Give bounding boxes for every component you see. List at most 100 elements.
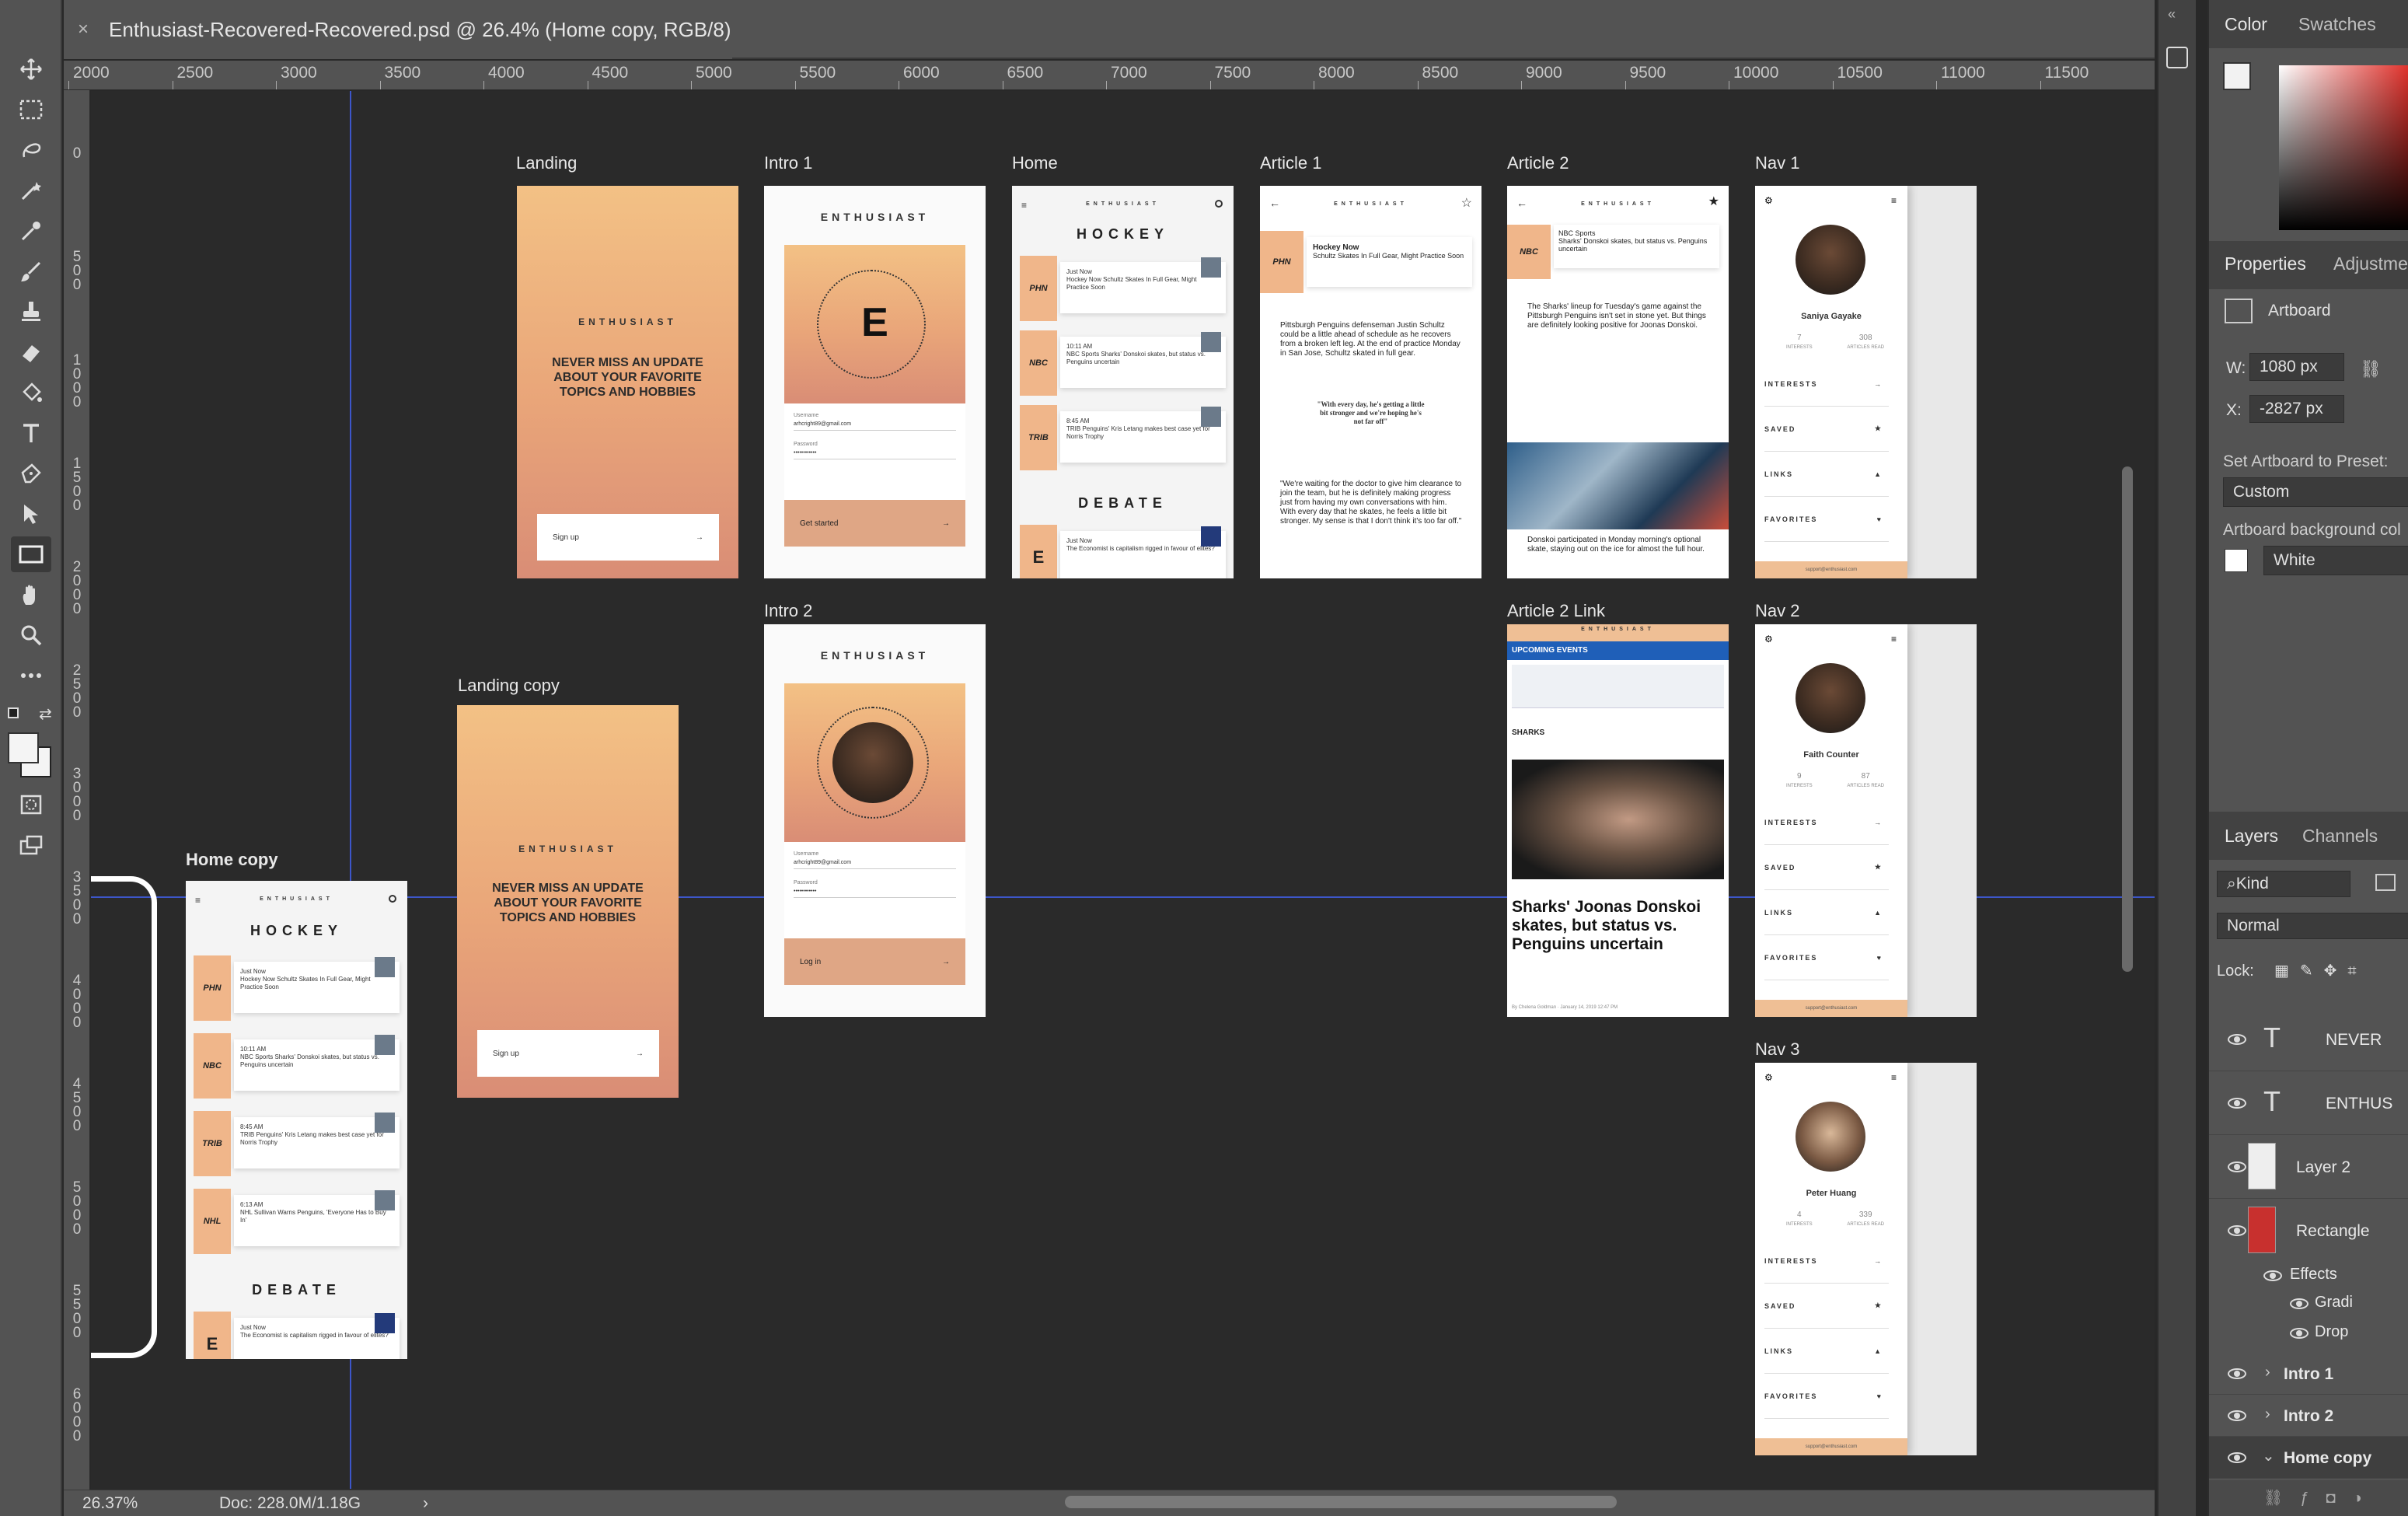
nav-item-favorites[interactable]: FAVORITES ♥: [1764, 1374, 1889, 1419]
link-dimensions-icon[interactable]: ⛓: [2360, 359, 2382, 379]
tab-color[interactable]: Color: [2225, 14, 2267, 35]
layer-row[interactable]: Layer 2: [2209, 1135, 2408, 1199]
nav-item-interests[interactable]: INTERESTS →: [1764, 362, 1889, 407]
width-field[interactable]: 1080 px: [2249, 353, 2344, 381]
default-colors-icon[interactable]: [8, 707, 19, 718]
nav-item-links[interactable]: LINKS ▲: [1764, 890, 1889, 935]
hand-icon[interactable]: [11, 577, 51, 613]
magic-wand-icon[interactable]: [11, 173, 51, 208]
menu-icon[interactable]: ≡: [1891, 1072, 1897, 1083]
marquee-icon[interactable]: [11, 92, 51, 127]
eye-icon[interactable]: [2228, 1098, 2246, 1109]
history-icon[interactable]: [2166, 47, 2188, 68]
avatar[interactable]: [1796, 663, 1865, 733]
nav-item-saved[interactable]: SAVED ★: [1764, 1284, 1889, 1329]
close-tab-icon[interactable]: ×: [78, 19, 89, 40]
support-footer[interactable]: support@enthusiast.com: [1755, 1438, 1907, 1455]
eye-icon[interactable]: [2228, 1452, 2246, 1463]
gradient-effect[interactable]: Gradi: [2315, 1294, 2353, 1312]
list-item[interactable]: NBC 10:11 AM NBC Sports Sharks' Donskoi s…: [194, 1033, 400, 1099]
support-footer[interactable]: support@enthusiast.com: [1755, 1000, 1907, 1017]
artboard-label-intro2[interactable]: Intro 2: [764, 601, 812, 621]
password-field[interactable]: ••••••••••••: [794, 885, 956, 898]
artboard-label-nav2[interactable]: Nav 2: [1755, 601, 1799, 621]
layer-group-row[interactable]: › Intro 1: [2209, 1353, 2408, 1395]
artboard-article2link[interactable]: ENTHUSIAST UPCOMING EVENTS SHARKS Sharks…: [1507, 624, 1729, 1017]
status-menu-arrow[interactable]: ›: [423, 1494, 428, 1513]
artboard-nav3[interactable]: ⚙ ≡ Peter Huang 4 INTERESTS 339 ARTICLES R…: [1755, 1063, 1977, 1455]
chevron-down-icon[interactable]: ⌄: [2262, 1446, 2275, 1465]
collapse-icon[interactable]: «: [2168, 6, 2176, 23]
artboard-label-article1[interactable]: Article 1: [1260, 153, 1321, 173]
brush-icon[interactable]: [11, 253, 51, 289]
log-in-button[interactable]: Log in →: [784, 938, 965, 985]
artboard-label-nav3[interactable]: Nav 3: [1755, 1039, 1799, 1060]
blend-mode-select[interactable]: Normal: [2217, 913, 2408, 939]
pen-icon[interactable]: [11, 456, 51, 491]
lasso-icon[interactable]: [11, 132, 51, 168]
eyedropper-icon[interactable]: [11, 213, 51, 249]
group-name[interactable]: Intro 1: [2284, 1365, 2333, 1384]
user-name[interactable]: Saniya Gayake: [1755, 312, 1907, 321]
menu-icon[interactable]: ≡: [1891, 195, 1897, 206]
layer-name[interactable]: ENTHUS: [2326, 1095, 2392, 1113]
eye-icon[interactable]: [2228, 1161, 2246, 1172]
avatar[interactable]: [1796, 1102, 1865, 1172]
preset-select[interactable]: Custom: [2223, 477, 2408, 507]
list-item[interactable]: NHL 6:13 AM NHL Sullivan Warns Penguins, …: [194, 1189, 400, 1254]
vertical-scrollbar[interactable]: [2122, 466, 2133, 972]
drop-shadow-effect[interactable]: Drop: [2315, 1323, 2348, 1341]
nav-item-links[interactable]: LINKS ▲: [1764, 452, 1889, 497]
artboard-article1[interactable]: ← ENTHUSIAST ☆ PHN Hockey Now Schultz Sk…: [1260, 186, 1481, 578]
artboard-label-nav1[interactable]: Nav 1: [1755, 153, 1799, 173]
list-item[interactable]: PHN Just Now Hockey Now Schultz Skates In…: [194, 955, 400, 1021]
username-field[interactable]: arhcright89@gmail.com: [794, 857, 956, 869]
star-filled-icon[interactable]: ★: [1708, 194, 1719, 209]
search-icon[interactable]: [1215, 200, 1223, 208]
artboard-label-home[interactable]: Home: [1012, 153, 1058, 173]
lock-icons[interactable]: ▦✎✥⌗: [2274, 961, 2368, 980]
artboard-home[interactable]: ≡ ENTHUSIAST HOCKEY PHN Just Now Hockey N…: [1012, 186, 1234, 578]
list-item[interactable]: TRIB 8:45 AM TRIB Penguins' Kris Letang m…: [1020, 405, 1226, 470]
list-item[interactable]: NBC 10:11 AM NBC Sports Sharks' Donskoi s…: [1020, 330, 1226, 396]
upcoming-events-bar[interactable]: UPCOMING EVENTS: [1507, 641, 1729, 660]
more-icon[interactable]: [11, 658, 51, 693]
layer-group-row[interactable]: › Intro 2: [2209, 1395, 2408, 1437]
artboard-nav1[interactable]: ⚙ ≡ Saniya Gayake 7 INTERESTS 308 ARTICLES…: [1755, 186, 1977, 578]
settings-icon[interactable]: ⚙: [1764, 1072, 1773, 1083]
image-filter-icon[interactable]: [2375, 874, 2396, 891]
artboard-intro1[interactable]: ENTHUSIAST E Username arhcright89@gmail.…: [764, 186, 986, 578]
artboard-article2[interactable]: ← ENTHUSIAST ★ NBC NBC Sports Sharks' Do…: [1507, 186, 1729, 578]
group-name[interactable]: Intro 2: [2284, 1407, 2333, 1426]
layer-filter-kind[interactable]: ⌕ Kind: [2217, 871, 2350, 897]
chevron-right-icon[interactable]: ›: [2265, 1364, 2270, 1382]
eye-icon[interactable]: [2228, 1410, 2246, 1421]
horizontal-scrollbar[interactable]: [1065, 1496, 1617, 1508]
artboard-label-home-copy[interactable]: Home copy: [186, 850, 278, 870]
layer-name[interactable]: Rectangle: [2296, 1222, 2370, 1241]
x-field[interactable]: -2827 px: [2249, 395, 2344, 423]
artboard-bg-swatch[interactable]: [2225, 549, 2248, 572]
eye-icon[interactable]: [2263, 1270, 2282, 1281]
transform-bracket[interactable]: [91, 876, 157, 1358]
type-icon[interactable]: [11, 415, 51, 451]
horizontal-ruler[interactable]: 2000 2500 3000 3500 4000 4500 5000 5500 6000 6500…: [64, 61, 2155, 90]
layer-name[interactable]: Layer 2: [2296, 1158, 2350, 1177]
nav-item-favorites[interactable]: FAVORITES ♥: [1764, 497, 1889, 542]
zoom-level[interactable]: 26.37%: [82, 1494, 138, 1513]
nav-item-saved[interactable]: SAVED ★: [1764, 407, 1889, 452]
star-icon[interactable]: ☆: [1461, 195, 1472, 211]
eye-icon[interactable]: [2290, 1328, 2309, 1339]
artboard-label-intro1[interactable]: Intro 1: [764, 153, 812, 173]
layer-row[interactable]: T ENTHUS: [2209, 1071, 2408, 1135]
chevron-right-icon[interactable]: ›: [2265, 1406, 2270, 1423]
artboard-landing-copy[interactable]: ENTHUSIAST NEVER MISS AN UPDATE ABOUT YO…: [457, 705, 679, 1098]
avatar[interactable]: [1796, 225, 1865, 295]
list-item[interactable]: E Just Now The Economist is capitalism ri…: [1020, 525, 1226, 578]
get-started-button[interactable]: Get started →: [784, 500, 965, 547]
nav-item-interests[interactable]: INTERESTS →: [1764, 800, 1889, 845]
user-name[interactable]: Peter Huang: [1755, 1189, 1907, 1198]
rectangle-icon[interactable]: [11, 536, 51, 572]
list-item[interactable]: TRIB 8:45 AM TRIB Penguins' Kris Letang m…: [194, 1111, 400, 1176]
eye-icon[interactable]: [2228, 1034, 2246, 1045]
